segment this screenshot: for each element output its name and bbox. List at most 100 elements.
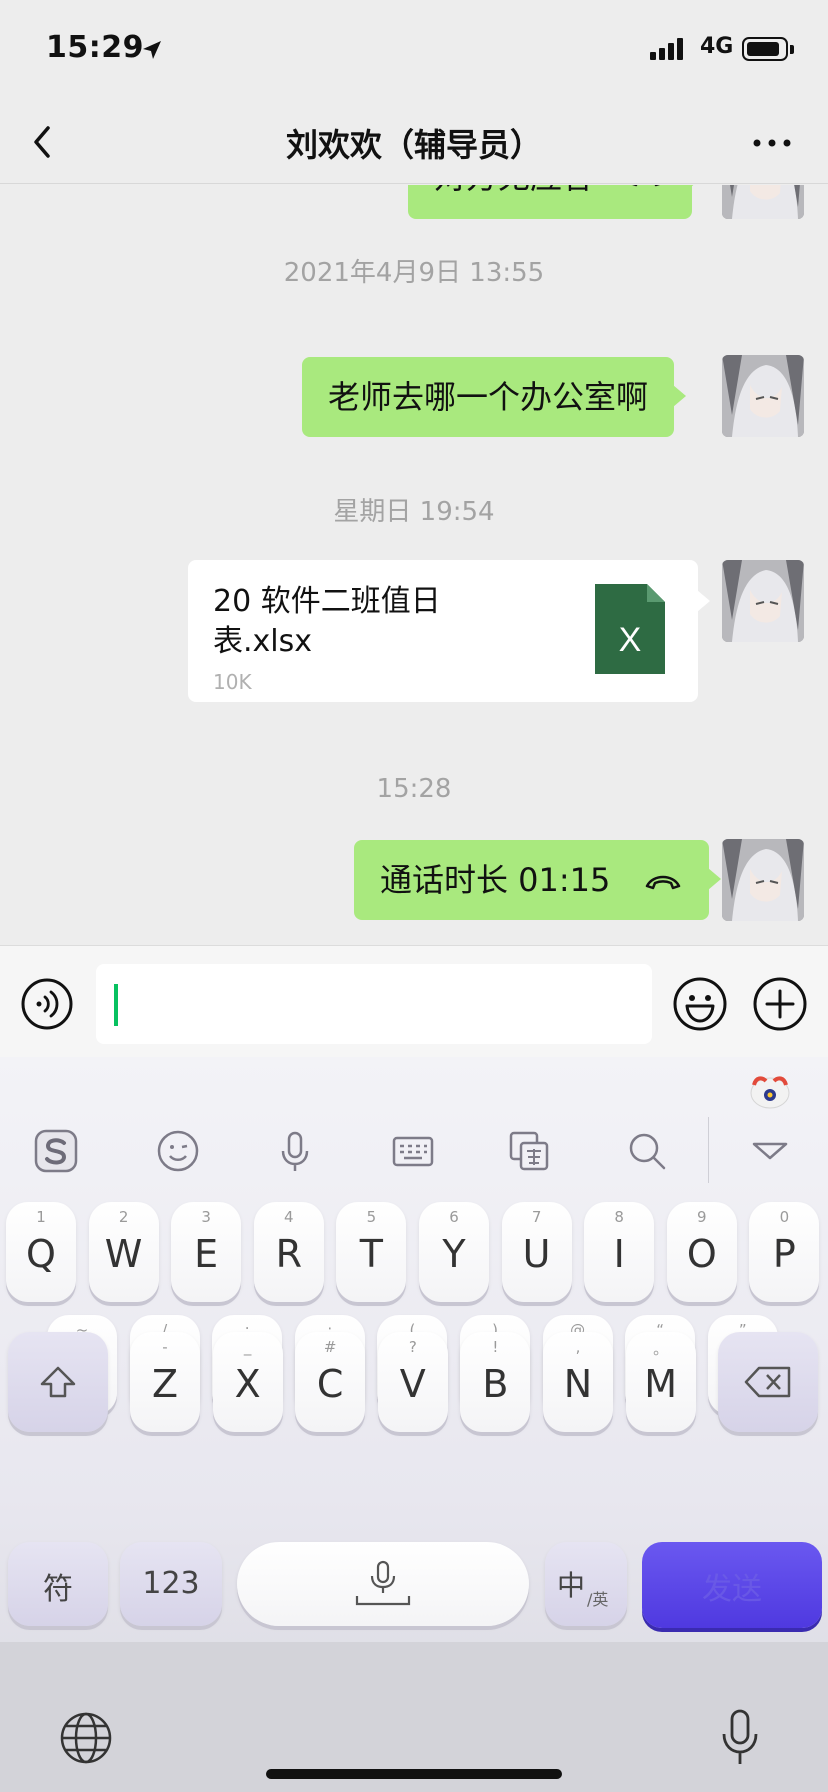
globe-icon[interactable] xyxy=(58,1710,114,1766)
key-z[interactable]: -Z xyxy=(130,1332,200,1432)
key-b[interactable]: ! B xyxy=(460,1332,531,1432)
key-hint: 7 xyxy=(531,1208,542,1226)
avatar-image xyxy=(722,355,804,437)
key-hint: 。 xyxy=(653,1340,669,1358)
avatar[interactable] xyxy=(722,355,804,437)
hangup-icon xyxy=(645,875,680,890)
more-icon[interactable] xyxy=(752,138,792,148)
status-time: 15:29 xyxy=(46,30,144,65)
nav-bar: 刘欢欢（辅导员） xyxy=(0,100,828,184)
text-cursor xyxy=(114,984,118,1026)
key-label: Q xyxy=(26,1232,56,1276)
send-key[interactable]: 发送 xyxy=(642,1542,822,1628)
key-hint: 4 xyxy=(284,1208,294,1226)
emoji-button[interactable] xyxy=(672,976,728,1032)
key-c[interactable]: # C xyxy=(295,1332,366,1432)
avatar-image xyxy=(722,560,804,642)
key-label: U xyxy=(522,1232,551,1276)
battery-icon xyxy=(742,37,788,61)
key-e[interactable]: 3E xyxy=(171,1202,242,1302)
key-r[interactable]: 4R xyxy=(253,1202,324,1302)
message-text: 对方无应答 xyxy=(434,185,594,196)
key-label: I xyxy=(613,1232,625,1276)
key-label: B xyxy=(482,1362,509,1406)
emoticon-tool-icon[interactable] xyxy=(154,1127,202,1175)
voice-input-button[interactable] xyxy=(20,977,74,1031)
keyboard: 1Q2W3E4R5T6Y7U8I9O0P ~A/S:D;F(G)H@J“K”L … xyxy=(0,1057,828,1792)
space-key[interactable] xyxy=(237,1542,529,1626)
backspace-key[interactable] xyxy=(718,1332,818,1432)
backspace-icon xyxy=(744,1366,791,1398)
key-label: W xyxy=(104,1232,143,1276)
file-size: 10K xyxy=(213,670,252,694)
key-i[interactable]: 8I xyxy=(584,1202,655,1302)
battery-tip xyxy=(790,45,794,54)
key-hint: 8 xyxy=(614,1208,624,1226)
key-label: C xyxy=(316,1362,344,1406)
key-o[interactable]: 9O xyxy=(666,1202,737,1302)
symbols-key-label: 符 xyxy=(43,1572,73,1607)
hangup-icon xyxy=(632,185,661,187)
key-label: T xyxy=(359,1232,383,1276)
key-hint: 2 xyxy=(118,1208,129,1226)
message-input[interactable] xyxy=(96,964,652,1044)
message-bubble[interactable]: 老师去哪一个办公室啊 xyxy=(302,357,687,437)
message-bubble-missed-call[interactable]: 对方无应答 xyxy=(408,185,705,219)
key-hint: _ xyxy=(243,1338,252,1356)
key-q[interactable]: 1Q xyxy=(6,1202,76,1302)
chat-area[interactable]: 对方无应答 2021年4月9日 13:55 老师去哪一个办公室啊 星期日 19:… xyxy=(0,185,828,945)
lang-main-label: 中 xyxy=(557,1569,586,1602)
key-y[interactable]: 6Y xyxy=(419,1202,489,1302)
key-hint: 9 xyxy=(697,1208,707,1226)
key-w[interactable]: 2W xyxy=(88,1202,159,1302)
key-hint: - xyxy=(162,1338,168,1356)
key-p[interactable]: 0P xyxy=(749,1202,820,1302)
avatar[interactable] xyxy=(722,839,804,921)
key-hint: 3 xyxy=(201,1208,211,1226)
avatar-image xyxy=(722,185,804,219)
symbols-key[interactable]: 符 xyxy=(8,1542,108,1626)
key-hint: 1 xyxy=(36,1208,46,1226)
keyboard-mascot-icon[interactable] xyxy=(748,1071,792,1111)
key-hint: 6 xyxy=(449,1208,459,1226)
shift-icon xyxy=(40,1366,76,1398)
message-bubble-call[interactable]: 通话时长 01:15 xyxy=(354,840,721,920)
toolbar-divider xyxy=(708,1117,709,1183)
avatar-image xyxy=(722,839,804,921)
key-u[interactable]: 7U xyxy=(501,1202,572,1302)
plus-button[interactable] xyxy=(752,976,808,1032)
space-mic-icon xyxy=(355,1560,411,1606)
key-v[interactable]: ? V xyxy=(377,1332,448,1432)
file-message-card[interactable]: 20 软件二班值日表.xlsx 10K X xyxy=(188,560,710,702)
translate-tool-icon[interactable] xyxy=(505,1127,553,1175)
location-arrow-icon xyxy=(143,41,161,59)
numbers-key[interactable]: 123 xyxy=(120,1542,222,1626)
key-t[interactable]: 5T xyxy=(336,1202,407,1302)
avatar[interactable] xyxy=(722,560,804,642)
chat-title: 刘欢欢（辅导员） xyxy=(285,126,542,164)
home-indicator xyxy=(266,1769,562,1779)
input-bar xyxy=(0,945,828,1057)
key-m[interactable]: 。 M xyxy=(625,1332,696,1432)
keyboard-layout-icon[interactable] xyxy=(389,1127,437,1175)
key-hint: # xyxy=(323,1338,337,1356)
key-x[interactable]: _ X xyxy=(212,1332,283,1432)
key-label: O xyxy=(686,1232,717,1276)
language-toggle-key[interactable]: 中 /英 xyxy=(545,1542,627,1626)
key-label: M xyxy=(644,1362,677,1406)
message-text: 通话时长 01:15 xyxy=(380,861,611,899)
collapse-keyboard-icon[interactable] xyxy=(746,1127,794,1175)
search-tool-icon[interactable] xyxy=(623,1127,671,1175)
sogou-logo-icon[interactable] xyxy=(32,1127,80,1175)
shift-key[interactable] xyxy=(8,1332,108,1432)
key-n[interactable]: ,N xyxy=(543,1332,613,1432)
network-type: 4G xyxy=(700,34,734,59)
message-text: 老师去哪一个办公室啊 xyxy=(328,378,649,416)
microphone-tool-icon[interactable] xyxy=(271,1127,319,1175)
key-label: P xyxy=(772,1232,796,1276)
dictation-icon[interactable] xyxy=(720,1708,760,1768)
file-name: 20 软件二班值日表.xlsx xyxy=(213,584,441,659)
key-hint: 0 xyxy=(779,1208,790,1226)
avatar[interactable] xyxy=(722,185,804,219)
timestamp: 15:28 xyxy=(376,774,452,804)
